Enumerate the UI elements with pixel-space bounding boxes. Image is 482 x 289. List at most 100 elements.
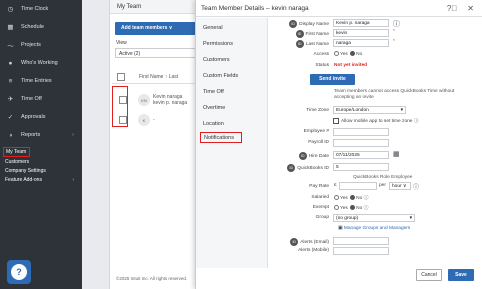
general-form: ID Display Name Kevin p. naraga ⓘ ID First…	[268, 18, 482, 268]
view-select[interactable]: Active (2)	[115, 48, 197, 58]
exempt-no-radio[interactable]	[350, 205, 356, 211]
tab-custom-fields[interactable]: Custom Fields	[196, 68, 267, 84]
groups-icon: ▣	[338, 226, 343, 231]
pay-rate-label: Pay Rate	[309, 184, 329, 189]
tab-customers[interactable]: Customers	[196, 52, 267, 68]
pie-chart-icon: ◑	[8, 131, 13, 139]
calendar-icon[interactable]: ▦	[393, 150, 400, 158]
first-name-input[interactable]: kevin	[333, 29, 389, 37]
sidebar-item-label: Projects	[21, 42, 41, 48]
select-all-checkbox[interactable]	[117, 72, 125, 81]
info-icon[interactable]: ⓘ	[414, 119, 419, 124]
sidebar-item-customers[interactable]: Customers	[0, 157, 82, 166]
sidebar-item-company-settings[interactable]: Company Settings	[0, 166, 82, 175]
panel-title: Team Member Details – kevin naraga	[201, 4, 309, 12]
tab-general[interactable]: General	[196, 18, 267, 36]
last-name-input[interactable]: naraga	[333, 39, 389, 47]
sidebar-item-schedule[interactable]: ▦ Schedule	[0, 18, 82, 36]
display-name-label: Display Name	[299, 22, 329, 27]
info-badge-icon: ID	[290, 238, 299, 246]
pay-rate-input[interactable]	[339, 182, 377, 190]
mobile-timezone-checkbox[interactable]	[333, 117, 339, 124]
help-button[interactable]: ?	[7, 260, 31, 284]
per-select[interactable]: hour ∨	[389, 182, 411, 190]
info-badge-icon: ID	[295, 40, 304, 48]
tab-location[interactable]: Location	[196, 116, 267, 132]
app-window: ◷ Time Clock ▦ Schedule 〜 Projects ● Who's W…	[0, 0, 482, 289]
group-value: (no group)	[336, 216, 359, 221]
hire-date-label: Hire Date	[308, 154, 329, 159]
access-no-radio[interactable]	[350, 51, 356, 56]
help-icon[interactable]: ?⃝	[447, 4, 457, 13]
row-name-secondary: kevin p. naraga	[153, 100, 188, 106]
alerts-email-input[interactable]	[333, 237, 389, 245]
qb-id-label-wrap: ID QuickBooks ID	[263, 164, 329, 172]
sidebar-item-time-clock[interactable]: ◷ Time Clock	[0, 0, 82, 18]
manage-groups-link-wrap[interactable]: ▣ Manage Groups and Managers	[338, 226, 410, 231]
info-badge-icon: ID	[287, 164, 296, 172]
tab-permissions[interactable]: Permissions	[196, 36, 267, 52]
tab-overtime[interactable]: Overtime	[196, 100, 267, 116]
info-badge-icon: ID	[298, 152, 307, 160]
first-name-column-header[interactable]: First Name ↑ Last	[139, 74, 178, 80]
salaried-no-label: No	[356, 196, 363, 201]
currency-symbol: £	[334, 183, 337, 188]
sidebar-item-reports[interactable]: ◑ Reports ›	[0, 126, 82, 144]
payroll-id-input[interactable]	[333, 139, 389, 147]
info-icon[interactable]: ⓘ	[393, 19, 400, 29]
sidebar-item-time-off[interactable]: ✈ Time Off	[0, 90, 82, 108]
time-entries-icon: ≡	[8, 77, 13, 85]
add-team-members-button[interactable]: Add team members ∨	[115, 22, 196, 35]
mobile-timezone-text: Allow mobile app to set time zone	[341, 119, 413, 124]
panel-header: Team Member Details – kevin naraga ?⃝ ✕	[196, 0, 482, 17]
manage-groups-link[interactable]: Manage Groups and Managers	[344, 226, 410, 231]
row-checkbox[interactable]	[119, 96, 127, 104]
per-label: per	[379, 183, 386, 188]
employee-number-input[interactable]	[333, 128, 389, 136]
save-button[interactable]: Save	[448, 269, 474, 281]
sidebar-item-whos-working[interactable]: ● Who's Working	[0, 54, 82, 72]
sidebar-item-projects[interactable]: 〜 Projects	[0, 36, 82, 54]
info-badge-icon: ID	[295, 30, 304, 38]
payroll-id-label: Payroll ID	[308, 140, 329, 145]
close-icon[interactable]: ✕	[467, 4, 474, 13]
mobile-timezone-option[interactable]: Allow mobile app to set time zone ⓘ	[333, 117, 419, 124]
info-icon[interactable]: ⓘ	[413, 182, 419, 191]
sidebar-item-time-entries[interactable]: ≡ Time Entries	[0, 72, 82, 90]
copyright-footer: ©2025 Intuit Inc. All rights reserved.	[116, 276, 188, 281]
tab-time-off[interactable]: Time Off	[196, 84, 267, 100]
sidebar-item-label: Reports	[21, 132, 41, 138]
timezone-value: Europe/London	[336, 108, 369, 113]
page-title: My Team	[110, 0, 199, 14]
table-row[interactable]: K -	[112, 110, 196, 130]
pay-rate-group: £	[334, 183, 337, 188]
qb-id-input[interactable]: 5	[333, 163, 389, 171]
tab-notifications[interactable]: Notifications	[200, 132, 242, 143]
exempt-yes-radio[interactable]	[334, 205, 339, 211]
timezone-select[interactable]: Europe/London ▾	[333, 106, 406, 114]
cancel-button[interactable]: Cancel	[416, 269, 442, 281]
sidebar-item-label: Schedule	[21, 24, 44, 30]
row-name-primary: -	[153, 117, 155, 123]
employee-number-label: Employee #	[303, 129, 329, 134]
access-yes-radio[interactable]	[334, 51, 339, 56]
salaried-no-radio[interactable]	[350, 195, 356, 201]
sidebar-item-approvals[interactable]: ✓ Approvals	[0, 108, 82, 126]
info-icon[interactable]: ⓘ	[364, 196, 369, 201]
row-checkbox[interactable]	[119, 116, 127, 124]
qb-id-label: QuickBooks ID	[297, 166, 329, 171]
sidebar-item-label: My Team	[6, 149, 27, 155]
hire-date-input[interactable]: 07/11/2025	[333, 151, 389, 159]
alerts-mobile-input[interactable]	[333, 247, 389, 255]
group-select[interactable]: (no group) ▾	[333, 214, 415, 222]
qb-role-text: QuickBooks Role	[353, 175, 390, 180]
qb-role-header: QuickBooks Role Employee	[353, 175, 412, 180]
sidebar-item-my-team[interactable]: My Team	[3, 147, 30, 157]
team-member-details-panel: Team Member Details – kevin naraga ?⃝ ✕ …	[195, 0, 482, 289]
table-row[interactable]: KN Kevin naraga kevin p. naraga	[112, 90, 196, 110]
display-name-input[interactable]: Kevin p. naraga	[333, 19, 389, 27]
send-invite-button[interactable]: Send invite	[310, 74, 355, 85]
salaried-yes-radio[interactable]	[334, 195, 339, 201]
sidebar-item-feature-addons[interactable]: Feature Add-ons ›	[0, 175, 82, 184]
info-icon[interactable]: ⓘ	[364, 206, 369, 211]
